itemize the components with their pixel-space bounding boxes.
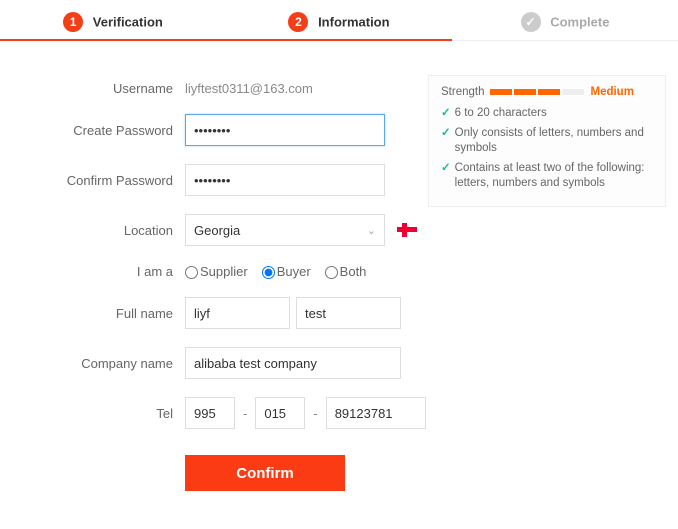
step-label-3: Complete [550, 15, 609, 30]
tel-sep: - [241, 406, 249, 421]
steps-bar: 1 Verification 2 Information ✓ Complete [0, 0, 678, 41]
label-username: Username [20, 81, 185, 96]
strength-level: Medium [590, 86, 633, 98]
password-strength-panel: Strength Medium ✓6 to 20 characters ✓Onl… [428, 75, 666, 207]
radio-both[interactable]: Both [325, 264, 367, 279]
tel-number-input[interactable] [326, 397, 426, 429]
tel-area-input[interactable] [255, 397, 305, 429]
registration-form: Strength Medium ✓6 to 20 characters ✓Onl… [0, 81, 678, 529]
location-select[interactable]: Georgia ⌄ [185, 214, 385, 246]
label-location: Location [20, 223, 185, 238]
flag-icon [397, 223, 417, 237]
label-confirm-password: Confirm Password [20, 173, 185, 188]
check-icon: ✓ [441, 106, 451, 122]
label-tel: Tel [20, 406, 185, 421]
tel-sep: - [311, 406, 319, 421]
create-password-input[interactable] [185, 114, 385, 146]
step-num-2: 2 [288, 12, 308, 32]
rule-1: 6 to 20 characters [455, 106, 547, 122]
check-icon: ✓ [441, 161, 451, 177]
step-label-1: Verification [93, 15, 163, 30]
label-iam: I am a [20, 264, 185, 279]
label-create-password: Create Password [20, 123, 185, 138]
step-check-icon: ✓ [521, 12, 541, 32]
step-information[interactable]: 2 Information [226, 0, 452, 40]
radio-buyer[interactable]: Buyer [262, 264, 311, 279]
tel-country-input[interactable] [185, 397, 235, 429]
label-company: Company name [20, 356, 185, 371]
confirm-password-input[interactable] [185, 164, 385, 196]
rule-3: Contains at least two of the following: … [455, 161, 653, 192]
step-complete: ✓ Complete [452, 0, 678, 40]
step-num-1: 1 [63, 12, 83, 32]
first-name-input[interactable] [185, 297, 290, 329]
check-icon: ✓ [441, 126, 451, 142]
strength-title: Strength [441, 86, 484, 98]
last-name-input[interactable] [296, 297, 401, 329]
rule-2: Only consists of letters, numbers and sy… [455, 126, 653, 157]
strength-bars [490, 89, 584, 95]
company-input[interactable] [185, 347, 401, 379]
location-value: Georgia [194, 223, 240, 238]
username-value: liyftest0311@163.com [185, 81, 313, 96]
confirm-button[interactable]: Confirm [185, 455, 345, 491]
radio-supplier[interactable]: Supplier [185, 264, 248, 279]
role-radio-group: Supplier Buyer Both [185, 264, 374, 279]
step-label-2: Information [318, 15, 390, 30]
label-full-name: Full name [20, 306, 185, 321]
step-verification[interactable]: 1 Verification [0, 0, 226, 40]
chevron-down-icon: ⌄ [367, 224, 376, 237]
